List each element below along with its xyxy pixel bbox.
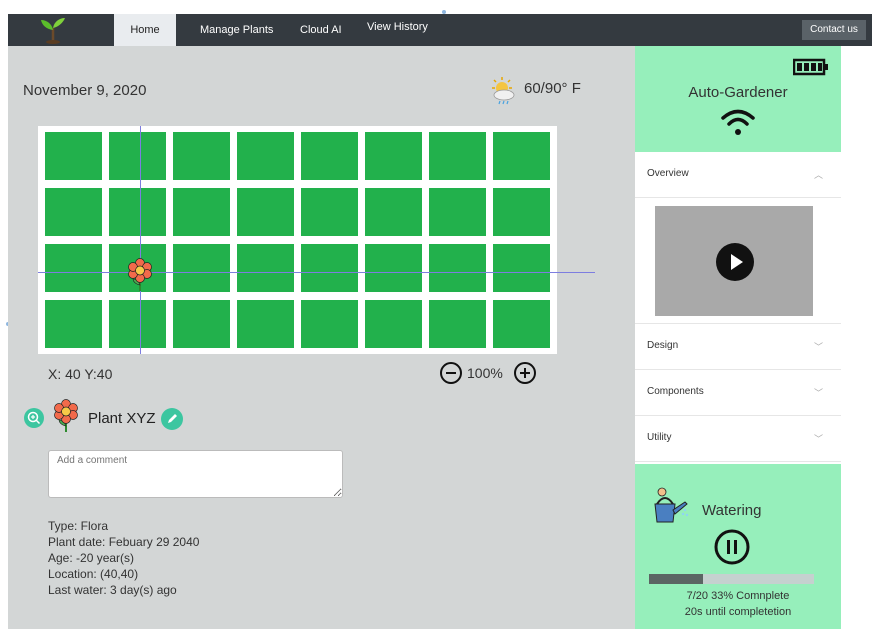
comment-input[interactable]: [48, 450, 343, 498]
chevron-up-icon: ︿: [813, 170, 823, 180]
nav-manage-plants[interactable]: Manage Plants: [200, 14, 273, 46]
top-navbar: Home Manage Plants Cloud AI View History…: [8, 14, 872, 46]
zoom-in-button[interactable]: [514, 362, 536, 384]
watering-progress-bar: [649, 574, 814, 584]
accordion-label: Components: [647, 386, 704, 397]
garden-plot-cell[interactable]: [301, 188, 358, 236]
chevron-down-icon: ﹀: [813, 342, 823, 352]
zoom-out-button[interactable]: [440, 362, 462, 384]
garden-plot-cell[interactable]: [365, 244, 422, 292]
accordion-label: Overview: [647, 168, 689, 179]
watering-progress-fill: [649, 574, 704, 584]
plant-type: Type: Flora: [48, 519, 109, 533]
garden-plot-cell[interactable]: [429, 132, 486, 180]
contact-us-button[interactable]: Contact us: [802, 20, 866, 40]
plant-age: Age: -20 year(s): [48, 551, 135, 565]
zoom-level: 100%: [467, 365, 503, 381]
garden-plot-cell[interactable]: [365, 188, 422, 236]
garden-plot-cell[interactable]: [173, 132, 230, 180]
nav-view-history[interactable]: View History: [367, 11, 428, 43]
cursor-coordinates: X: 40 Y:40: [48, 366, 113, 382]
plant-last-water: Last water: 3 day(s) ago: [48, 583, 177, 597]
garden-plot-cell[interactable]: [173, 244, 230, 292]
garden-plot-cell[interactable]: [429, 300, 486, 348]
garden-plot-cell[interactable]: [237, 244, 294, 292]
garden-plot-cell[interactable]: [173, 300, 230, 348]
video-player[interactable]: [655, 206, 813, 316]
pause-icon[interactable]: [713, 528, 751, 566]
accordion-components[interactable]: Components ﹀: [635, 370, 841, 416]
watering-panel: Watering 7/20 33% Comnplete 20s until co…: [635, 464, 841, 629]
plant-date: Plant date: Febuary 29 2040: [48, 535, 200, 549]
weather-temperature: 60/90° F: [524, 80, 581, 97]
chevron-down-icon: ﹀: [813, 388, 823, 398]
accordion-label: Design: [647, 340, 679, 351]
crosshair-extension: [557, 272, 595, 273]
plant-name: Plant XYZ: [88, 410, 156, 427]
garden-grid[interactable]: [38, 126, 557, 354]
sprout-logo-icon[interactable]: [36, 16, 70, 44]
garden-plot-cell[interactable]: [109, 300, 166, 348]
watering-label: Watering: [702, 502, 762, 519]
crosshair-vertical: [140, 126, 141, 354]
garden-plot-cell[interactable]: [493, 132, 550, 180]
garden-plot-cell[interactable]: [45, 132, 102, 180]
watering-can-icon: [647, 486, 689, 526]
garden-plot-cell[interactable]: [301, 300, 358, 348]
accordion-design[interactable]: Design ﹀: [635, 324, 841, 370]
garden-plot-cell[interactable]: [109, 132, 166, 180]
current-date: November 9, 2020: [23, 82, 147, 99]
garden-plot-cell[interactable]: [237, 300, 294, 348]
nav-home[interactable]: Home: [114, 14, 176, 46]
garden-main-panel: November 9, 2020 60/90° F X: 40 Y:40 100…: [8, 46, 635, 629]
garden-plot-cell[interactable]: [493, 300, 550, 348]
garden-plot-cell[interactable]: [429, 244, 486, 292]
garden-plot-cell[interactable]: [173, 188, 230, 236]
device-title: Auto-Gardener: [688, 84, 788, 101]
watering-status: 7/20 33% Comnplete: [686, 590, 790, 602]
device-status-panel: Auto-Gardener: [635, 46, 841, 152]
garden-plot-cell[interactable]: [429, 188, 486, 236]
garden-plot-cell[interactable]: [109, 188, 166, 236]
edit-plant-button[interactable]: [161, 408, 183, 430]
crosshair-horizontal: [38, 272, 557, 273]
garden-plot-cell[interactable]: [301, 132, 358, 180]
nav-cloud-ai[interactable]: Cloud AI: [300, 14, 342, 46]
accordion-label: Utility: [647, 432, 672, 443]
garden-plot-cell[interactable]: [45, 300, 102, 348]
wifi-icon: [718, 106, 758, 138]
flower-plant-icon[interactable]: [126, 258, 154, 292]
accordion-overview[interactable]: Overview ︿: [635, 152, 841, 198]
garden-plot-cell[interactable]: [493, 188, 550, 236]
battery-full-icon: [792, 58, 829, 76]
garden-plot-cell[interactable]: [45, 244, 102, 292]
chevron-down-icon: ﹀: [813, 434, 823, 444]
overview-panel: [635, 198, 841, 324]
auto-gardener-sidebar: Auto-Gardener Overview ︿ Design ﹀ Compon: [635, 46, 841, 629]
plant-info: Type: Flora Plant date: Febuary 29 2040 …: [48, 518, 199, 598]
accordion-utility[interactable]: Utility ﹀: [635, 416, 841, 462]
watering-eta: 20s until completetion: [684, 606, 792, 618]
flower-icon: [52, 398, 80, 434]
magnify-plant-button[interactable]: [24, 408, 44, 428]
garden-plot-cell[interactable]: [237, 188, 294, 236]
partly-cloudy-rain-icon: [488, 76, 518, 106]
play-icon[interactable]: [716, 243, 754, 281]
garden-plot-cell[interactable]: [365, 132, 422, 180]
garden-plot-cell[interactable]: [45, 188, 102, 236]
garden-plot-cell[interactable]: [237, 132, 294, 180]
plant-location: Location: (40,40): [48, 567, 139, 581]
garden-plot-cell[interactable]: [493, 244, 550, 292]
garden-plot-cell[interactable]: [365, 300, 422, 348]
garden-plot-cell[interactable]: [301, 244, 358, 292]
